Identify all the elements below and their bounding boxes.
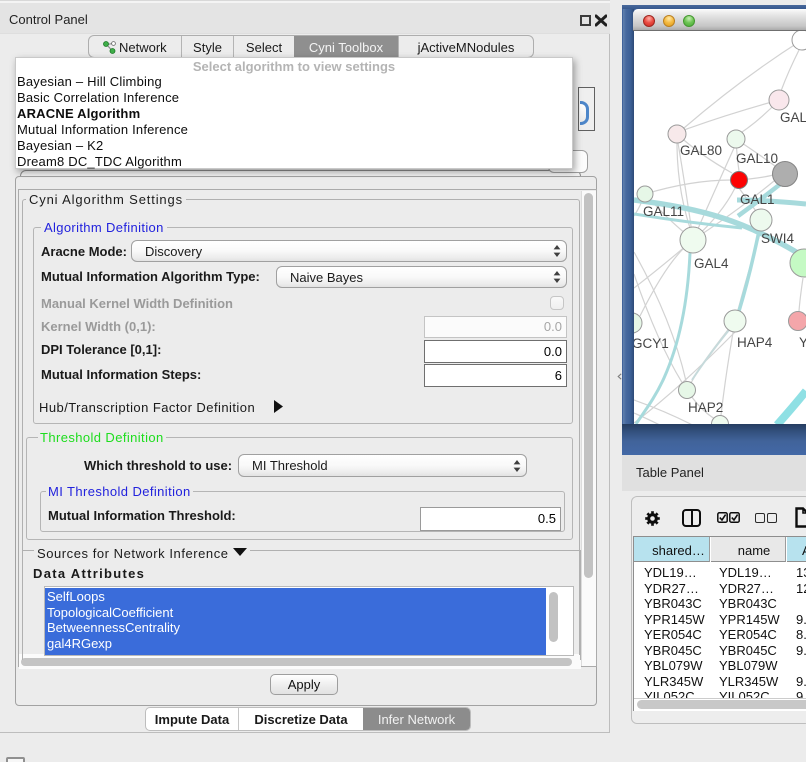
svg-text:GAL1: GAL1 xyxy=(740,192,775,207)
svg-text:GAL80: GAL80 xyxy=(680,143,722,158)
svg-text:GCY1: GCY1 xyxy=(634,336,669,351)
svg-text:GAL2: GAL2 xyxy=(780,110,806,125)
svg-text:HAP2: HAP2 xyxy=(688,400,723,415)
svg-text:HAP4: HAP4 xyxy=(737,335,773,350)
svg-text:GAL10: GAL10 xyxy=(736,151,778,166)
svg-text:GAL11: GAL11 xyxy=(643,204,684,219)
svg-text:SWI4: SWI4 xyxy=(761,231,794,246)
svg-text:GAL4: GAL4 xyxy=(694,256,729,271)
svg-text:YE: YE xyxy=(799,335,806,350)
